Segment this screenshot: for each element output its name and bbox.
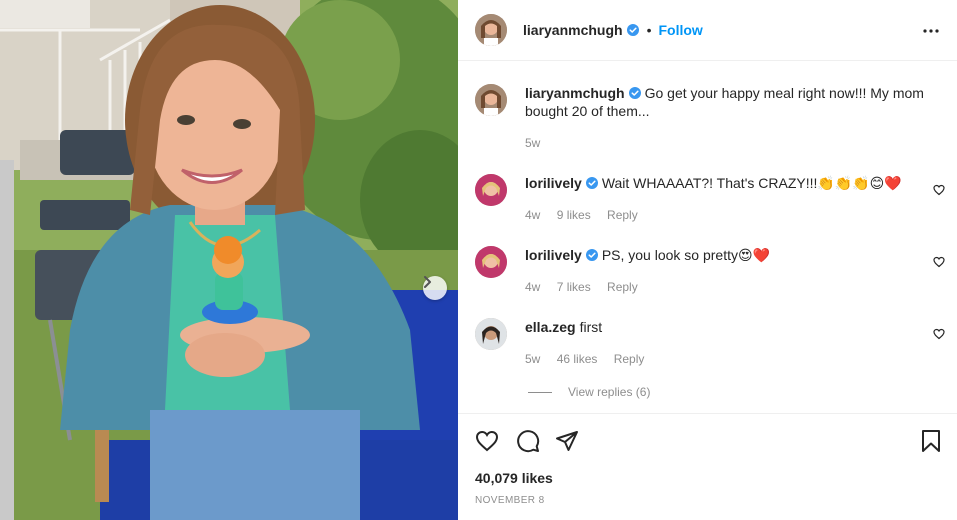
comment-text-block: ella.zeg first [525, 318, 925, 336]
comment-bubble-icon[interactable] [516, 429, 540, 453]
comment-text: first [579, 319, 603, 335]
post-side-panel: liaryanmchugh • Follow liaryanmchugh Go g… [458, 0, 957, 520]
comment-likes-count[interactable]: 7 likes [557, 280, 591, 294]
comment-time[interactable]: 5w [525, 352, 540, 366]
view-replies-line [528, 391, 552, 393]
comment-username[interactable]: ella.zeg [525, 319, 576, 335]
comment-item: lorilively PS, you look so pretty😍❤️ 4w 7… [475, 246, 945, 296]
comment-meta: 4w 7 likes Reply [525, 280, 651, 294]
post-actions: 40,079 likes November 8 [458, 413, 957, 520]
heart-icon[interactable] [475, 429, 499, 453]
reply-button[interactable]: Reply [607, 280, 638, 294]
bookmark-icon[interactable] [919, 429, 943, 453]
comment-username[interactable]: lorilively [525, 247, 582, 263]
caption: liaryanmchugh Go get your happy meal righ… [475, 84, 945, 154]
comment-item: lorilively Wait WHAAAAT?! That's CRAZY!!!… [475, 174, 945, 224]
likes-count[interactable]: 40,079 likes [475, 470, 553, 486]
paper-plane-icon[interactable] [555, 429, 579, 453]
author-avatar[interactable] [475, 14, 507, 46]
follow-button[interactable]: Follow [659, 22, 703, 38]
heart-icon[interactable] [933, 184, 945, 196]
commenter-avatar[interactable] [475, 246, 507, 278]
comment-text-block: lorilively Wait WHAAAAT?! That's CRAZY!!!… [525, 174, 925, 192]
verified-badge-icon [585, 249, 598, 261]
verified-badge-icon [626, 24, 639, 36]
comment-likes-count[interactable]: 9 likes [557, 208, 591, 222]
chevron-right-icon [424, 276, 431, 288]
separator-dot: • [646, 22, 652, 38]
author-username[interactable]: liaryanmchugh [523, 22, 623, 38]
caption-avatar[interactable] [475, 84, 507, 116]
photo-illustration [0, 0, 458, 520]
comment-meta: 4w 9 likes Reply [525, 208, 651, 222]
comments-list[interactable]: liaryanmchugh Go get your happy meal righ… [458, 62, 957, 413]
comment-time[interactable]: 4w [525, 280, 540, 294]
reply-button[interactable]: Reply [607, 208, 638, 222]
verified-badge-icon [585, 177, 598, 189]
comment-likes-count[interactable]: 46 likes [557, 352, 598, 366]
caption-username[interactable]: liaryanmchugh [525, 85, 625, 101]
comment-meta: 5w 46 likes Reply [525, 352, 657, 366]
heart-icon[interactable] [933, 256, 945, 268]
caption-time[interactable]: 5w [525, 136, 540, 150]
view-replies-label: View replies (6) [568, 385, 651, 399]
commenter-avatar[interactable] [475, 318, 507, 350]
comment-text: PS, you look so pretty😍❤️ [601, 247, 771, 263]
comment-text-block: lorilively PS, you look so pretty😍❤️ [525, 246, 925, 264]
comment-time[interactable]: 4w [525, 208, 540, 222]
caption-text-block: liaryanmchugh Go get your happy meal righ… [525, 84, 925, 120]
more-options-icon[interactable] [921, 22, 941, 40]
caption-meta: 5w [525, 136, 553, 150]
comment-item: ella.zeg first 5w 46 likes Reply [475, 318, 945, 368]
commenter-avatar[interactable] [475, 174, 507, 206]
post-photo[interactable] [0, 0, 458, 520]
view-replies-button[interactable]: View replies (6) [528, 385, 650, 399]
comment-username[interactable]: lorilively [525, 175, 582, 191]
next-slide-button[interactable] [423, 276, 447, 300]
heart-icon[interactable] [933, 328, 945, 340]
post-date[interactable]: November 8 [475, 495, 545, 506]
post-header: liaryanmchugh • Follow [458, 0, 957, 61]
comment-text: Wait WHAAAAT?! That's CRAZY!!!👏👏👏😊❤️ [601, 175, 902, 191]
reply-button[interactable]: Reply [614, 352, 645, 366]
verified-badge-icon [628, 87, 641, 99]
